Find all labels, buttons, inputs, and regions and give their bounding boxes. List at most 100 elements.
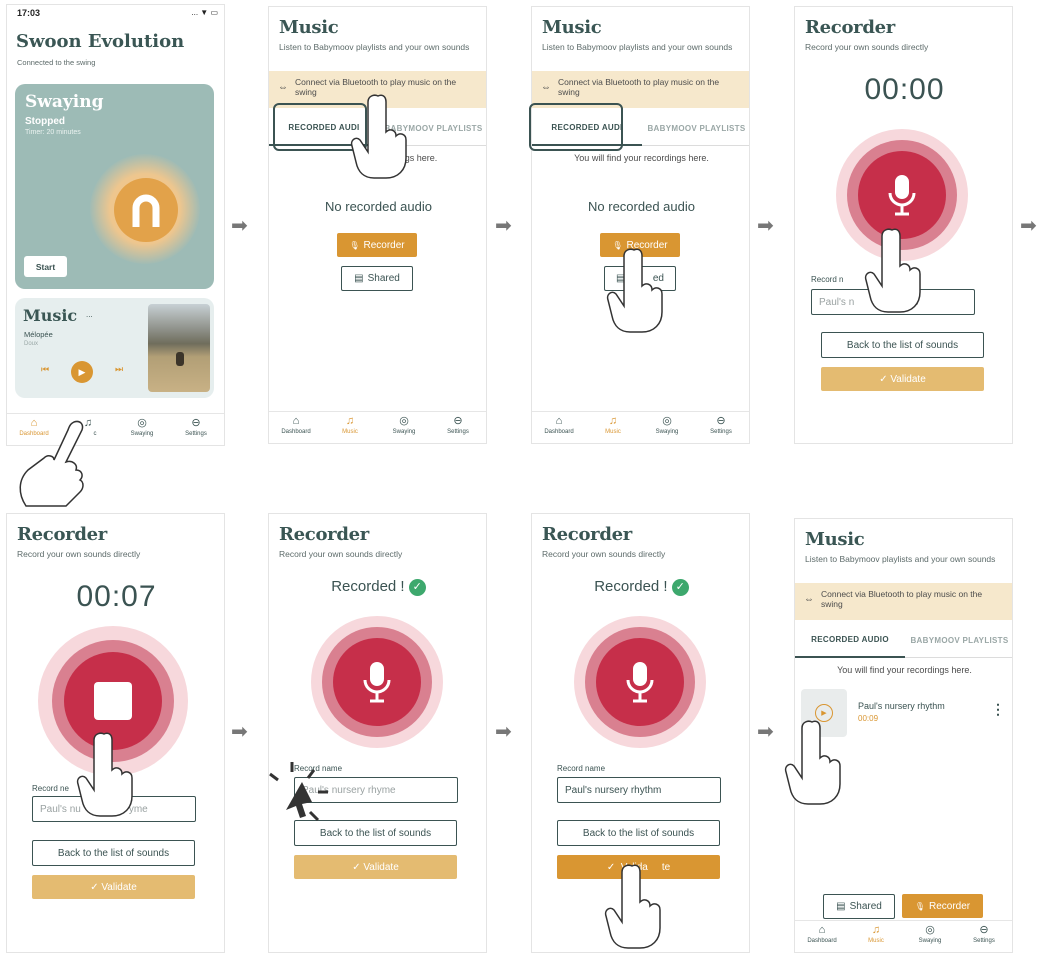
- play-circle-icon: ▶: [815, 704, 833, 722]
- validate-button[interactable]: ✓ Validate: [32, 875, 195, 899]
- link-icon: ⇔: [804, 594, 814, 605]
- validate-button[interactable]: ✓ Validate: [294, 855, 457, 879]
- nav-music-label: Music: [605, 429, 621, 435]
- recording-thumb[interactable]: ▶: [801, 689, 847, 737]
- record-name-label: Record name: [557, 764, 606, 773]
- nav-swaying[interactable]: ◎ Swaying: [640, 415, 694, 435]
- nav-dashboard-label: Dashboard: [19, 431, 49, 437]
- home-icon: ⌂: [555, 415, 563, 427]
- nav-dashboard[interactable]: ⌂ Dashboard: [269, 415, 323, 435]
- swing-arch-icon: [132, 194, 160, 227]
- record-name-placeholder-tail: hyme: [894, 296, 919, 308]
- nav-music[interactable]: ♫ c: [61, 417, 115, 437]
- recorded-text: Recorded !: [594, 578, 668, 595]
- back-to-list-button[interactable]: Back to the list of sounds: [294, 820, 457, 846]
- check-icon: ✓: [671, 579, 689, 596]
- record-button[interactable]: [858, 151, 946, 239]
- recorder-screen-recorded-validate: Recorder Record your own sounds directly…: [531, 513, 750, 953]
- next-icon[interactable]: ⏭: [115, 364, 123, 375]
- start-button[interactable]: Start: [24, 256, 67, 277]
- stop-button[interactable]: [64, 652, 162, 750]
- bluetooth-banner[interactable]: ⇔ Connect via Bluetooth to play music on …: [795, 583, 1012, 620]
- back-to-list-button[interactable]: Back to the list of sounds: [32, 840, 195, 866]
- recorder-button-label: Recorder: [929, 900, 971, 912]
- record-timer: 00:00: [864, 73, 945, 106]
- shared-button[interactable]: ▤ Shared: [823, 894, 895, 919]
- recorder-button[interactable]: 🎙 Recorder: [337, 233, 417, 257]
- connection-status: Connected to the swing: [17, 58, 96, 67]
- recorder-button[interactable]: 🎙 Recorder: [600, 233, 680, 257]
- settings-icon: ⊖: [979, 924, 989, 936]
- swing-button[interactable]: [114, 178, 178, 242]
- nav-settings[interactable]: ⊖ Settings: [694, 415, 748, 435]
- shared-button[interactable]: ▤ Shared: [341, 266, 413, 291]
- shared-button[interactable]: ▤ Sh ed: [604, 266, 676, 291]
- record-name-input[interactable]: Paul's nursery rhyme: [294, 777, 458, 803]
- document-icon: ▤: [354, 273, 364, 284]
- nav-music[interactable]: ♫ Music: [323, 415, 377, 435]
- nav-swaying[interactable]: ◎ Swaying: [903, 924, 957, 944]
- tab-recorded-audio[interactable]: RECORDED AUDIO: [795, 623, 905, 658]
- recording-list-item[interactable]: ▶ Paul's nursery rhythm 00:09 ⋮: [801, 689, 1008, 739]
- page-subtitle: Listen to Babymoov playlists and your ow…: [279, 42, 470, 52]
- page-title: Recorder: [17, 524, 107, 545]
- back-to-list-button[interactable]: Back to the list of sounds: [821, 332, 984, 358]
- swaying-card[interactable]: Swaying Stopped Timer: 20 minutes Start: [15, 84, 214, 289]
- music-card[interactable]: Music ... Mélopée Doux ⏮ ▶ ⏭: [15, 298, 214, 398]
- nav-dashboard[interactable]: ⌂ Dashboard: [532, 415, 586, 435]
- nav-swaying-label: Swaying: [655, 429, 679, 435]
- music-note-icon: ♫: [871, 924, 881, 936]
- recorder-button[interactable]: 🎙 Recorder: [902, 894, 983, 918]
- swaying-icon: ◎: [137, 417, 147, 429]
- nav-settings-label: Settings: [710, 429, 732, 435]
- play-button[interactable]: ▶: [71, 361, 93, 383]
- flow-arrow: ➡: [495, 721, 512, 743]
- recorder-screen-recorded-input: Recorder Record your own sounds directly…: [268, 513, 487, 953]
- nav-settings[interactable]: ⊖ Settings: [169, 417, 223, 437]
- microphone-icon: [626, 662, 654, 703]
- nav-swaying[interactable]: ◎ Swaying: [377, 415, 431, 435]
- prev-icon[interactable]: ⏮: [41, 364, 49, 375]
- flow-arrow: ➡: [495, 215, 512, 237]
- nav-settings[interactable]: ⊖ Settings: [957, 924, 1011, 944]
- page-title: Recorder: [542, 524, 632, 545]
- record-name-input[interactable]: Paul's n hyme: [811, 289, 975, 315]
- track-name: Mélopée: [24, 330, 53, 339]
- recorded-text: Recorded !: [331, 578, 405, 595]
- nav-swaying[interactable]: ◎ Swaying: [115, 417, 169, 437]
- nav-settings[interactable]: ⊖ Settings: [431, 415, 485, 435]
- album-art: [148, 304, 210, 392]
- recording-name: Paul's nursery rhythm: [858, 701, 945, 711]
- nav-settings-label: Settings: [185, 431, 207, 437]
- nav-dashboard-label: Dashboard: [544, 429, 574, 435]
- swaying-icon: ◎: [399, 415, 409, 427]
- music-screen-with-recording: Music Listen to Babymoov playlists and y…: [794, 518, 1013, 953]
- nav-dashboard[interactable]: ⌂ Dashboard: [7, 417, 61, 437]
- nav-music[interactable]: ♫ Music: [849, 924, 903, 944]
- recordings-hint: You will find your recordings here.: [837, 665, 972, 675]
- back-to-list-button[interactable]: Back to the list of sounds: [557, 820, 720, 846]
- document-icon: ▤: [616, 273, 626, 284]
- tab-babymoov-playlists[interactable]: BABYMOOV PLAYLISTS: [642, 111, 749, 146]
- music-note-icon: ♫: [345, 415, 355, 427]
- validate-button[interactable]: ✓ Validate: [821, 367, 984, 391]
- validate-button[interactable]: ✓ Validate: [557, 855, 720, 879]
- track-sub: Doux: [24, 341, 39, 347]
- page-title: Music: [279, 17, 339, 38]
- swaying-timer: Timer: 20 minutes: [25, 129, 81, 136]
- nav-dashboard[interactable]: ⌂ Dashboard: [795, 924, 849, 944]
- recording-duration: 00:09: [858, 714, 879, 723]
- nav-music[interactable]: ♫ Music: [586, 415, 640, 435]
- shared-button-label: Sh ed: [629, 273, 664, 284]
- record-name-input[interactable]: Paul's nu yme: [32, 796, 196, 822]
- tab-babymoov-playlists[interactable]: BABYMOOV PLAYLISTS: [905, 623, 1012, 658]
- nav-music-label: Music: [868, 938, 884, 944]
- record-button[interactable]: [596, 638, 684, 726]
- tab-babymoov-playlists[interactable]: BABYMOOV PLAYLISTS: [379, 111, 486, 146]
- record-button[interactable]: [333, 638, 421, 726]
- record-name-input[interactable]: Paul's nursery rhythm: [557, 777, 721, 803]
- more-options-icon[interactable]: ⋮: [991, 701, 1005, 718]
- flow-arrow: ➡: [1020, 215, 1037, 237]
- record-name-value: Paul's nursery rhythm: [565, 784, 662, 796]
- settings-icon: ⊖: [453, 415, 463, 427]
